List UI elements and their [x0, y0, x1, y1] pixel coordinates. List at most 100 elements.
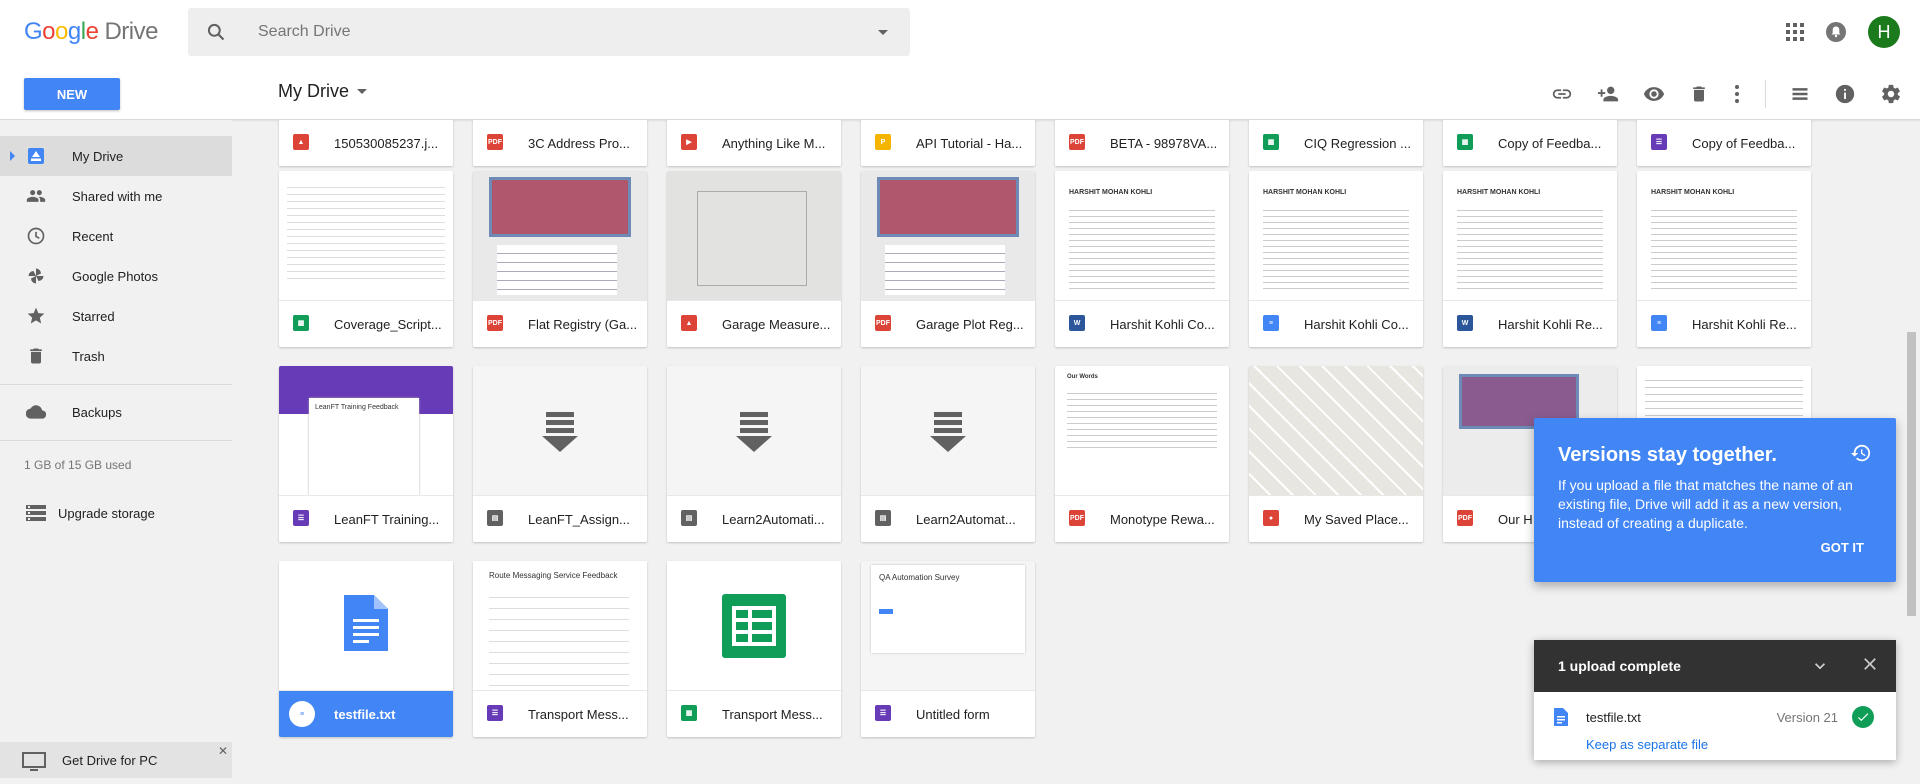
file-caption[interactable]: ● My Saved Place... — [1249, 495, 1423, 542]
file-caption[interactable]: ≡ testfile.txt — [279, 690, 453, 737]
file-thumbnail[interactable] — [1249, 366, 1423, 495]
file-caption[interactable]: PDF Garage Plot Reg... — [861, 300, 1035, 347]
sidebar-item-recent[interactable]: Recent — [0, 216, 232, 256]
file-caption[interactable]: ▲ Garage Measure... — [667, 300, 841, 347]
file-caption[interactable]: ☰ Transport Mess... — [473, 690, 647, 737]
new-button[interactable]: NEW — [24, 78, 120, 110]
search-bar[interactable] — [188, 8, 910, 56]
file-tile[interactable]: ▦ Coverage_Script... — [279, 171, 453, 347]
file-tile[interactable]: PDF 3C Address Pro... — [473, 120, 647, 166]
file-thumbnail[interactable]: HARSHIT MOHAN KOHLI — [1055, 171, 1229, 300]
file-tile[interactable]: ▶ Anything Like M... — [667, 120, 841, 166]
list-view-icon[interactable] — [1790, 84, 1810, 104]
file-caption[interactable]: ≡ Harshit Kohli Re... — [1637, 300, 1811, 347]
file-thumbnail[interactable]: HARSHIT MOHAN KOHLI — [1637, 171, 1811, 300]
file-caption[interactable]: ▤ Learn2Automat... — [861, 495, 1035, 542]
file-caption[interactable]: W Harshit Kohli Co... — [1055, 300, 1229, 347]
file-tile[interactable]: HARSHIT MOHAN KOHLI W Harshit Kohli Co... — [1055, 171, 1229, 347]
get-drive-for-pc-banner[interactable]: Get Drive for PC ✕ — [0, 742, 232, 778]
search-input[interactable] — [258, 8, 818, 56]
file-tile[interactable]: PDF Flat Registry (Ga... — [473, 171, 647, 347]
file-tile[interactable]: QA Automation Survey ☰ Untitled form — [861, 561, 1035, 737]
file-thumbnail[interactable] — [473, 171, 647, 300]
file-tile[interactable]: ▤ LeanFT_Assign... — [473, 366, 647, 542]
file-caption[interactable]: PDF 3C Address Pro... — [473, 120, 647, 166]
close-icon[interactable] — [1860, 654, 1880, 674]
file-tile[interactable]: Our Words PDF Monotype Rewa... — [1055, 366, 1229, 542]
file-thumbnail[interactable] — [667, 171, 841, 300]
scrollbar[interactable] — [1907, 332, 1916, 616]
file-caption[interactable]: PDF Monotype Rewa... — [1055, 495, 1229, 542]
file-tile[interactable]: ▦ Transport Mess... — [667, 561, 841, 737]
sidebar-item-backups[interactable]: Backups — [0, 392, 232, 432]
file-thumbnail[interactable] — [667, 366, 841, 495]
keep-as-separate-file-link[interactable]: Keep as separate file — [1586, 737, 1708, 752]
file-caption[interactable]: PDF BETA - 98978VA... — [1055, 120, 1229, 166]
details-info-icon[interactable] — [1834, 83, 1856, 105]
file-thumbnail[interactable]: HARSHIT MOHAN KOHLI — [1249, 171, 1423, 300]
file-tile[interactable]: ▲ Garage Measure... — [667, 171, 841, 347]
upgrade-storage-link[interactable]: Upgrade storage — [0, 493, 232, 533]
file-thumbnail[interactable]: HARSHIT MOHAN KOHLI — [1443, 171, 1617, 300]
google-drive-logo[interactable]: Google Drive — [24, 18, 158, 46]
file-tile[interactable]: ≡ testfile.txt — [279, 561, 453, 737]
file-tile[interactable]: ● My Saved Place... — [1249, 366, 1423, 542]
file-thumbnail[interactable]: QA Automation Survey — [861, 561, 1035, 690]
sidebar-item-starred[interactable]: Starred — [0, 296, 232, 336]
notifications-icon[interactable] — [1824, 20, 1848, 44]
sidebar-item-my-drive[interactable]: My Drive — [0, 136, 232, 176]
file-tile[interactable]: ▤ Learn2Automati... — [667, 366, 841, 542]
file-tile[interactable]: LeanFT Training Feedback ☰ LeanFT Training… — [279, 366, 453, 542]
file-caption[interactable]: ▤ Learn2Automati... — [667, 495, 841, 542]
file-thumbnail[interactable] — [667, 561, 841, 690]
expand-arrow-icon[interactable] — [10, 151, 15, 161]
get-link-icon[interactable] — [1551, 83, 1573, 105]
file-caption[interactable]: ▤ LeanFT_Assign... — [473, 495, 647, 542]
collapse-chevron-icon[interactable] — [1810, 656, 1830, 676]
file-thumbnail[interactable]: Route Messaging Service Feedback — [473, 561, 647, 690]
file-tile[interactable]: ▲ 150530085237.j... — [279, 120, 453, 166]
preview-eye-icon[interactable] — [1643, 83, 1665, 105]
file-caption[interactable]: ☰ LeanFT Training... — [279, 495, 453, 542]
remove-trash-icon[interactable] — [1689, 83, 1709, 105]
file-tile[interactable]: HARSHIT MOHAN KOHLI W Harshit Kohli Re... — [1443, 171, 1617, 347]
file-caption[interactable]: W Harshit Kohli Re... — [1443, 300, 1617, 347]
file-thumbnail[interactable] — [279, 171, 453, 300]
breadcrumb[interactable]: My Drive — [278, 81, 367, 102]
file-tile[interactable]: HARSHIT MOHAN KOHLI ≡ Harshit Kohli Co... — [1249, 171, 1423, 347]
settings-gear-icon[interactable] — [1880, 83, 1902, 105]
file-thumbnail[interactable]: LeanFT Training Feedback — [279, 366, 453, 495]
file-tile[interactable]: ▦ CIQ Regression ... — [1249, 120, 1423, 166]
share-add-person-icon[interactable] — [1597, 83, 1619, 105]
file-thumbnail[interactable] — [861, 171, 1035, 300]
file-caption[interactable]: ☰ Untitled form — [861, 690, 1035, 737]
file-tile[interactable]: ▦ Copy of Feedba... — [1443, 120, 1617, 166]
file-tile[interactable]: ▤ Learn2Automat... — [861, 366, 1035, 542]
got-it-button[interactable]: GOT IT — [1821, 540, 1864, 555]
breadcrumb-my-drive[interactable]: My Drive — [278, 81, 349, 102]
file-tile[interactable]: ☰ Copy of Feedba... — [1637, 120, 1811, 166]
file-caption[interactable]: ▲ 150530085237.j... — [279, 120, 453, 166]
file-thumbnail[interactable] — [279, 561, 453, 690]
file-tile[interactable]: P API Tutorial - Ha... — [861, 120, 1035, 166]
file-caption[interactable]: PDF Flat Registry (Ga... — [473, 300, 647, 347]
account-avatar[interactable]: H — [1868, 16, 1900, 48]
file-caption[interactable]: ≡ Harshit Kohli Co... — [1249, 300, 1423, 347]
file-caption[interactable]: ▦ CIQ Regression ... — [1249, 120, 1423, 166]
file-caption[interactable]: ▦ Coverage_Script... — [279, 300, 453, 347]
sidebar-item-trash[interactable]: Trash — [0, 336, 232, 376]
file-caption[interactable]: ▦ Copy of Feedba... — [1443, 120, 1617, 166]
file-thumbnail[interactable] — [473, 366, 647, 495]
file-caption[interactable]: ▶ Anything Like M... — [667, 120, 841, 166]
file-thumbnail[interactable] — [861, 366, 1035, 495]
file-tile[interactable]: HARSHIT MOHAN KOHLI ≡ Harshit Kohli Re... — [1637, 171, 1811, 347]
file-tile[interactable]: PDF BETA - 98978VA... — [1055, 120, 1229, 166]
breadcrumb-dropdown-icon[interactable] — [357, 89, 367, 94]
sidebar-item-shared-with-me[interactable]: Shared with me — [0, 176, 232, 216]
file-caption[interactable]: ▦ Transport Mess... — [667, 690, 841, 737]
close-banner-icon[interactable]: ✕ — [218, 744, 228, 758]
sidebar-item-google-photos[interactable]: Google Photos — [0, 256, 232, 296]
file-caption[interactable]: ☰ Copy of Feedba... — [1637, 120, 1811, 166]
file-tile[interactable]: Route Messaging Service Feedback ☰ Transpo… — [473, 561, 647, 737]
more-actions-icon[interactable] — [1733, 83, 1741, 105]
